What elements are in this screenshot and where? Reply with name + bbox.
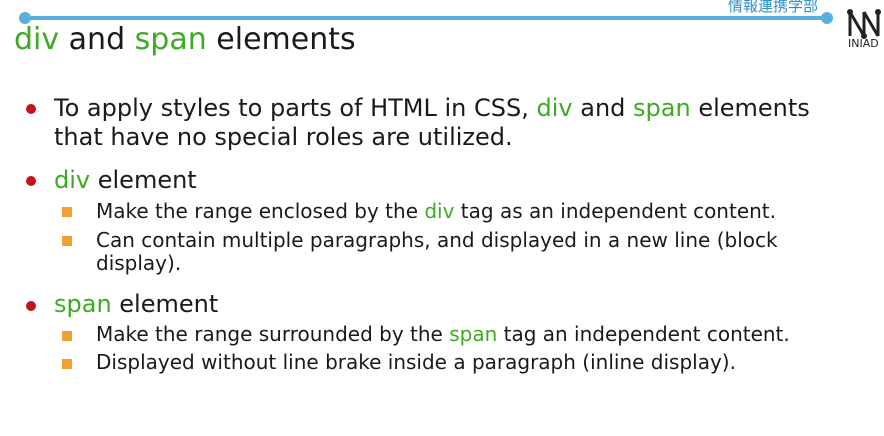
bullet-2-heading: div element xyxy=(54,165,197,195)
bullet-3-sub-1: Make the range surrounded by the span ta… xyxy=(96,322,790,347)
bullet-2-sub-2-line-1: Can contain multiple paragraphs, and dis… xyxy=(96,228,778,252)
bullet-1-line-2: that have no special roles are utilized. xyxy=(54,123,513,151)
bullet-2-sub-1: Make the range enclosed by the div tag a… xyxy=(96,199,776,224)
keyword-div: div xyxy=(424,199,455,223)
sub-text-b: tag as an independent content. xyxy=(454,199,776,223)
bullet-2-heading-rest: element xyxy=(90,166,197,194)
keyword-div: div xyxy=(536,94,573,122)
slide: 情報連携学部 INIAD div and span elements To ap… xyxy=(0,0,884,436)
logo-text: INIAD xyxy=(848,37,879,50)
page-title: div and span elements xyxy=(14,20,356,60)
keyword-span: span xyxy=(54,290,112,318)
bullet-1-text-b: and xyxy=(572,94,634,122)
title-text-and: and xyxy=(59,22,135,57)
title-keyword-div: div xyxy=(14,22,60,57)
bullet-1-line-1: To apply styles to parts of HTML in CSS,… xyxy=(54,93,810,123)
header-line-right-dot xyxy=(821,12,833,24)
bullet-marker xyxy=(26,301,36,311)
keyword-span: span xyxy=(449,322,498,346)
sub-bullet-marker xyxy=(62,359,72,369)
bullet-3-sub-2: Displayed without line brake inside a pa… xyxy=(96,350,736,374)
title-keyword-span: span xyxy=(134,22,207,57)
keyword-div: div xyxy=(54,166,91,194)
bullet-1-text-a: To apply styles to parts of HTML in CSS, xyxy=(54,94,537,122)
sub-bullet-marker xyxy=(62,207,72,217)
bullet-3-heading-rest: element xyxy=(111,290,219,318)
title-text-elements: elements xyxy=(206,22,356,57)
sub-bullet-marker xyxy=(62,236,72,246)
sub-bullet-marker xyxy=(62,331,72,341)
bullet-marker xyxy=(26,176,36,186)
bullet-2-sub-2-line-2: display). xyxy=(96,251,182,275)
sub-text-a: Make the range enclosed by the xyxy=(96,199,425,223)
bullet-marker xyxy=(26,104,36,114)
bullet-3-heading: span element xyxy=(54,289,218,319)
bullet-1-text-c: elements xyxy=(690,94,810,122)
faculty-label: 情報連携学部 xyxy=(728,0,819,15)
sub-text-a: Make the range surrounded by the xyxy=(96,322,450,346)
keyword-span: span xyxy=(633,94,691,122)
sub-text-b: tag an independent content. xyxy=(497,322,790,346)
